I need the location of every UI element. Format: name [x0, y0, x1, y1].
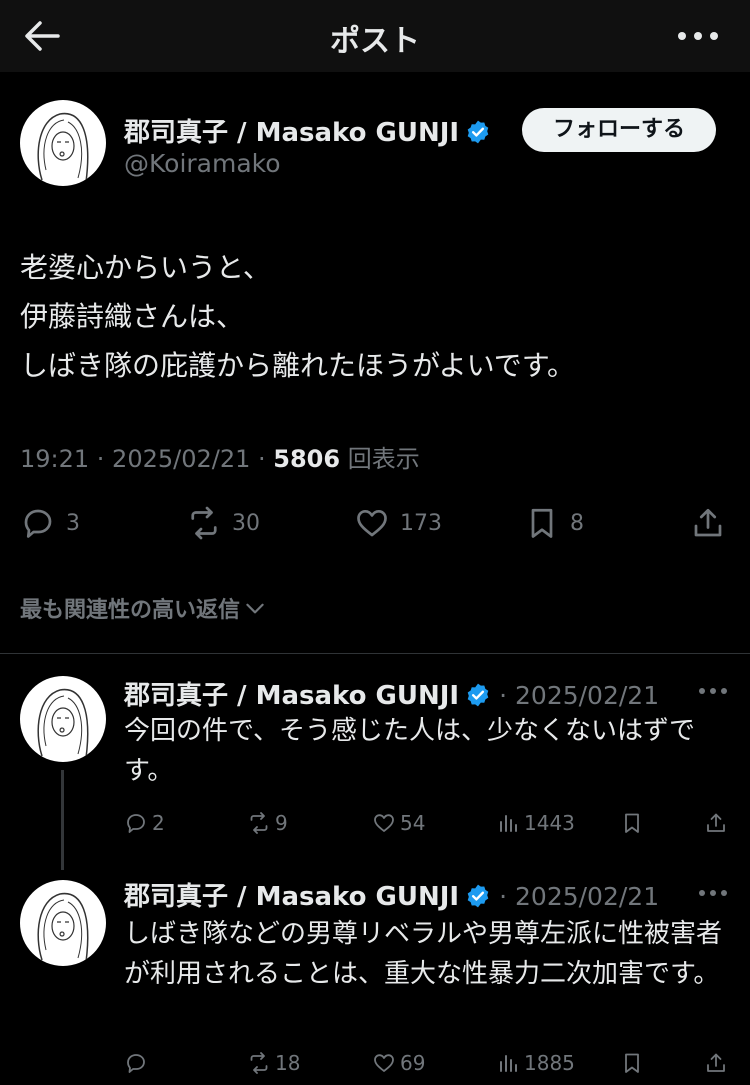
view-count: 1885	[524, 1051, 575, 1075]
analytics-icon	[500, 1055, 517, 1072]
reply-button[interactable]	[124, 1048, 152, 1078]
like-count: 69	[400, 1051, 426, 1075]
avatar[interactable]	[20, 880, 106, 966]
heart-icon	[374, 814, 394, 832]
repost-count: 18	[275, 1051, 301, 1075]
reply-button[interactable]: 3	[20, 500, 80, 546]
reply-author[interactable]: 郡司真子 / Masako GUNJI · 2025/02/21	[124, 675, 659, 712]
repost-button[interactable]: 9	[247, 808, 288, 838]
reply-count: 2	[152, 811, 165, 835]
reply-date[interactable]: · 2025/02/21	[499, 681, 659, 710]
reply-button[interactable]: 2	[124, 808, 165, 838]
views-button[interactable]: 1443	[496, 808, 575, 838]
verified-badge-icon	[467, 884, 489, 908]
reply-count: 3	[66, 510, 80, 536]
thread-connector	[61, 770, 64, 870]
more-options-icon[interactable]	[676, 26, 720, 46]
view-count: 1443	[524, 811, 575, 835]
tweet-line: 老婆心からいうと、	[20, 251, 271, 284]
view-count: 5806	[273, 445, 341, 473]
reply-text: 今回の件で、そう感じた人は、少なくないはずです。	[124, 716, 695, 786]
follow-button[interactable]: フォローする	[522, 108, 716, 152]
like-button[interactable]: 54	[372, 808, 425, 838]
reply-icon	[127, 1054, 145, 1073]
like-button[interactable]: 173	[354, 500, 442, 546]
verified-badge-icon	[467, 120, 489, 144]
analytics-icon	[500, 815, 517, 832]
like-button[interactable]: 69	[372, 1048, 425, 1078]
bookmark-button[interactable]: 8	[524, 500, 584, 546]
repost-count: 30	[232, 510, 260, 536]
avatar[interactable]	[20, 676, 106, 762]
reply-icon	[24, 509, 52, 538]
tweet-text: 老婆心からいうと、 伊藤詩織さんは、 しばき隊の庇護から離れたほうがよいです。	[20, 243, 730, 390]
author-name-text[interactable]: 郡司真子 / Masako GUNJI	[124, 118, 459, 148]
like-count: 173	[400, 510, 442, 536]
share-button[interactable]	[690, 500, 736, 546]
repost-icon	[250, 1052, 268, 1074]
share-icon	[707, 813, 725, 832]
reply-date[interactable]: · 2025/02/21	[499, 882, 659, 911]
view-label: 回表示	[340, 445, 420, 473]
tweet-line: しばき隊の庇護から離れたほうがよいです。	[20, 349, 575, 382]
avatar[interactable]	[20, 100, 106, 186]
heart-icon	[357, 509, 387, 537]
reply-author[interactable]: 郡司真子 / Masako GUNJI · 2025/02/21	[124, 876, 659, 913]
reply-author-name[interactable]: 郡司真子 / Masako GUNJI	[124, 882, 459, 912]
divider	[0, 653, 750, 654]
more-options-icon[interactable]	[698, 888, 728, 898]
bookmark-icon	[625, 1053, 639, 1073]
author-handle[interactable]: @Koiramako	[124, 149, 281, 178]
bookmark-icon	[531, 508, 553, 538]
share-icon	[694, 508, 722, 537]
page-title: ポスト	[330, 24, 420, 59]
share-button[interactable]	[704, 1048, 732, 1078]
repost-icon	[250, 812, 268, 834]
like-count: 54	[400, 811, 426, 835]
reply-author-name[interactable]: 郡司真子 / Masako GUNJI	[124, 681, 459, 711]
author-name[interactable]: 郡司真子 / Masako GUNJI	[124, 112, 491, 149]
top-bar: ポスト	[0, 0, 750, 72]
verified-badge-icon	[467, 683, 489, 707]
post-timestamp[interactable]: 19:21 · 2025/02/21 ·	[20, 445, 273, 473]
action-bar: 3 30 173 8	[0, 500, 750, 546]
post-meta: 19:21 · 2025/02/21 · 5806 回表示	[20, 439, 420, 474]
reply-sort-label: 最も関連性の高い返信	[20, 598, 241, 623]
bookmark-count: 8	[570, 510, 584, 536]
more-options-icon[interactable]	[698, 686, 728, 696]
views-button[interactable]: 1885	[496, 1048, 575, 1078]
bookmark-icon	[625, 813, 639, 833]
bookmark-button[interactable]	[620, 1048, 648, 1078]
reply-icon	[127, 814, 145, 833]
bookmark-button[interactable]	[620, 808, 648, 838]
tweet-line: 伊藤詩織さんは、	[20, 300, 245, 333]
chevron-down-icon	[246, 603, 264, 614]
repost-button[interactable]: 30	[186, 500, 260, 546]
repost-count: 9	[275, 811, 288, 835]
reply-text: しばき隊などの男尊リベラルや男尊左派に性被害者が利用されることは、重大な性暴力二…	[124, 919, 723, 989]
reply-sort-dropdown[interactable]: 最も関連性の高い返信	[20, 592, 268, 624]
repost-icon	[191, 506, 217, 540]
share-icon	[707, 1053, 725, 1072]
repost-button[interactable]: 18	[247, 1048, 300, 1078]
heart-icon	[374, 1054, 394, 1072]
share-button[interactable]	[704, 808, 732, 838]
